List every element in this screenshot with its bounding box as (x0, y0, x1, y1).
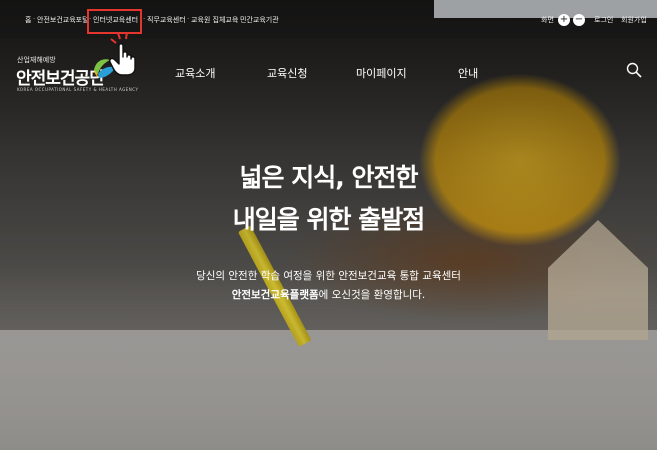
util-link-job-training[interactable]: 직무교육센터 (147, 15, 186, 25)
util-link-group-training[interactable]: 교육원 집체교육 (191, 15, 238, 25)
zoom-in-button[interactable]: + (558, 14, 570, 26)
hero-headline-line2: 내일을 위한 출발점 (232, 205, 425, 234)
hero-subtext-line2: 안전보건교육플랫폼에 오신것을 환영합니다. (0, 287, 657, 302)
util-link-private-institutions[interactable]: 민간교육기관 (240, 15, 279, 25)
hero-headline-line1: 넓은 지식, 안전한 (239, 163, 419, 192)
nav-item-education-apply[interactable]: 교육신청 (267, 65, 307, 81)
search-icon[interactable] (626, 62, 642, 78)
hand-pointer-icon (109, 31, 136, 76)
nav-item-mypage[interactable]: 마이페이지 (356, 65, 407, 81)
nav-item-education-intro[interactable]: 교육소개 (175, 65, 215, 81)
zoom-out-button[interactable]: − (573, 14, 585, 26)
platform-name: 안전보건교육플랫폼 (231, 289, 319, 301)
logo-english: KOREA OCCUPATIONAL SAFETY & HEALTH AGENC… (17, 87, 139, 92)
welcome-text: 에 오신것을 환영합니다. (318, 289, 426, 301)
util-link-home[interactable]: 홈 (25, 15, 31, 25)
signup-link[interactable]: 회원가입 (621, 15, 647, 25)
screen-label: 화면 (541, 16, 554, 24)
util-link-safety-portal[interactable]: 안전보건교육포털 (37, 15, 89, 25)
hero-subtext-line1: 당신의 안전한 학습 여정을 위한 안전보건교육 통합 교육센터 (196, 270, 461, 282)
nav-item-info[interactable]: 안내 (458, 65, 478, 81)
login-link[interactable]: 로그인 (594, 15, 613, 25)
